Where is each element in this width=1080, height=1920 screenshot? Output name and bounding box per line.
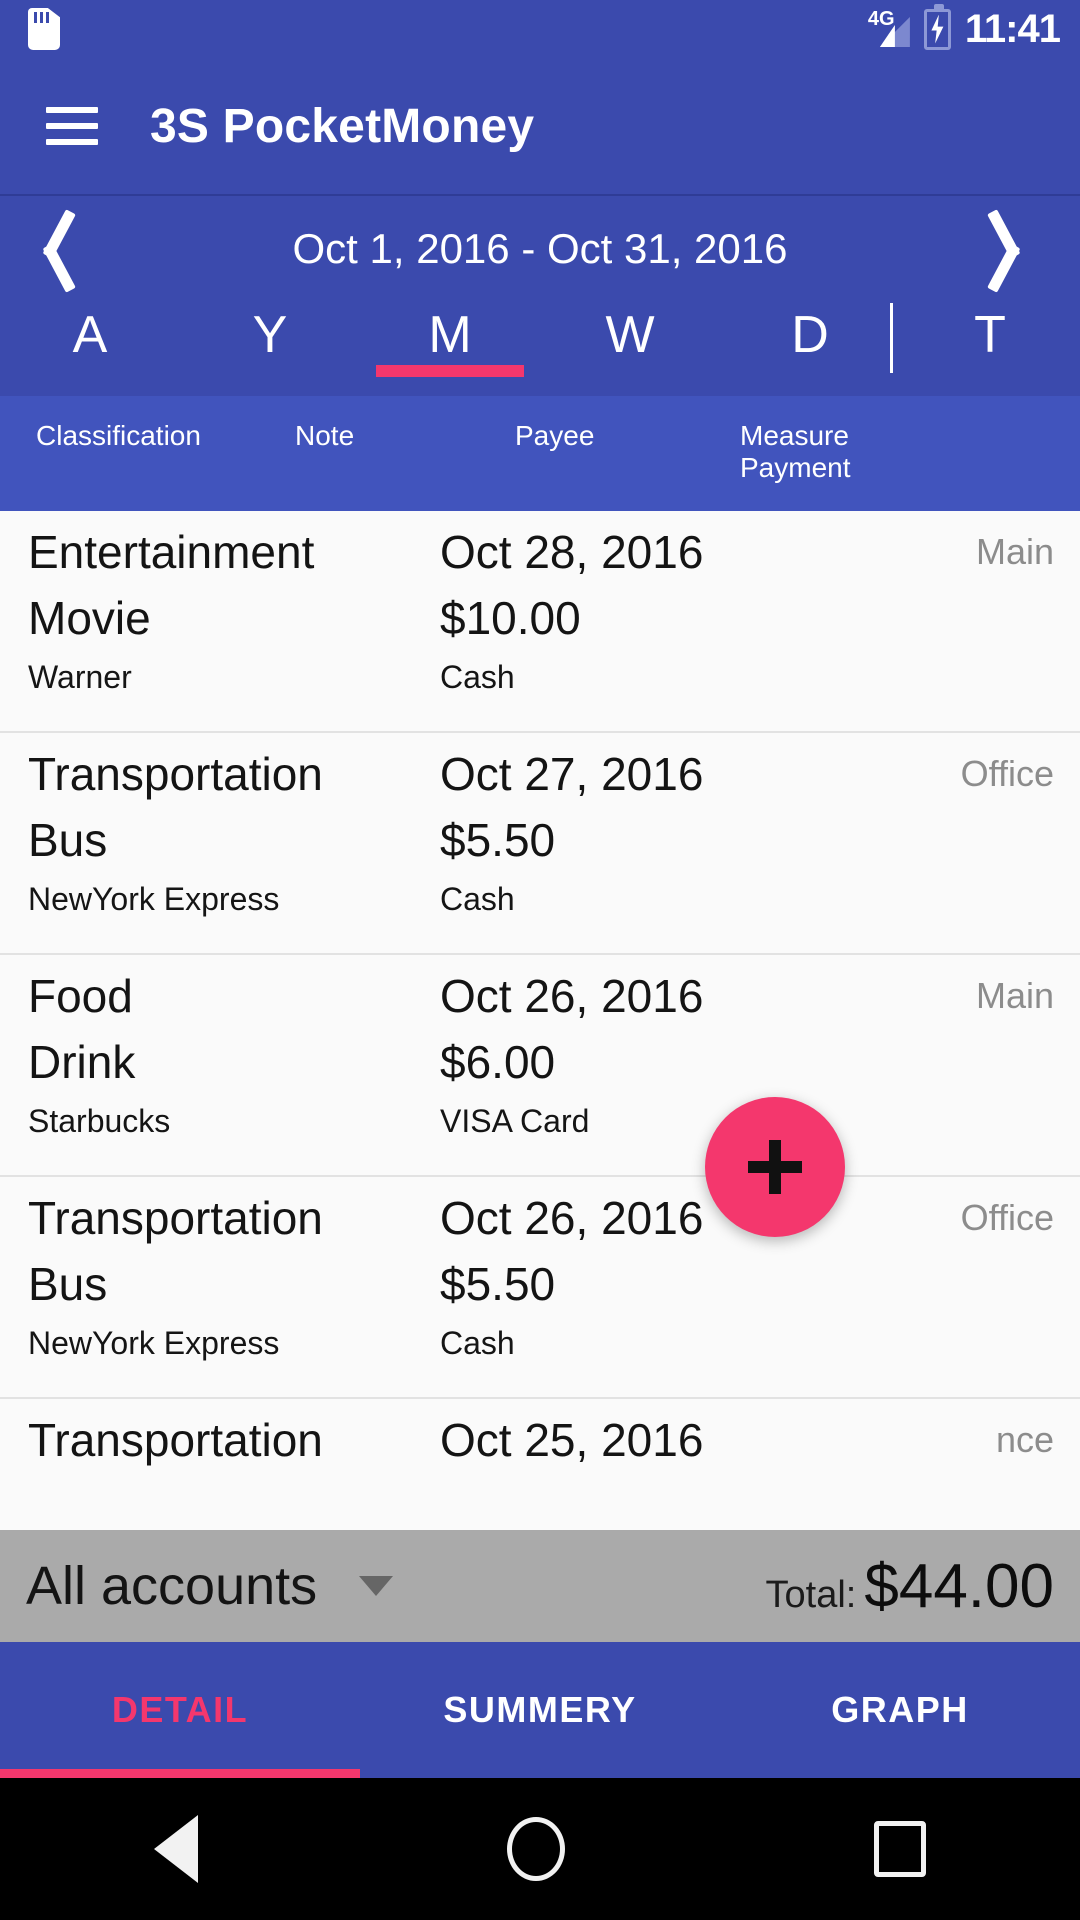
row-payee: NewYork Express	[28, 881, 280, 917]
row-amount: $6.00	[440, 1036, 556, 1088]
row-date: Oct 28, 2016	[440, 526, 704, 578]
row-classification: Transportation	[28, 748, 323, 800]
hamburger-menu-icon[interactable]	[46, 107, 98, 145]
transaction-list: Entertainment Movie Warner Oct 28, 2016 …	[0, 511, 1080, 1469]
table-row[interactable]: Transportation Bus NewYork Express Oct 2…	[0, 1177, 1080, 1399]
period-tab-month[interactable]: M	[360, 301, 540, 365]
row-date: Oct 25, 2016	[440, 1414, 704, 1466]
back-triangle-icon[interactable]	[154, 1815, 199, 1883]
row-classification: Food	[28, 970, 133, 1022]
account-filter-label: All accounts	[26, 1556, 318, 1616]
row-amount: $5.50	[440, 1258, 556, 1310]
tab-detail[interactable]: DETAIL	[0, 1642, 360, 1778]
row-payment: Cash	[440, 881, 515, 917]
battery-charging-icon	[923, 3, 951, 50]
row-account: Main	[975, 975, 1054, 1016]
account-filter-dropdown[interactable]: All accounts	[26, 1555, 394, 1617]
date-navigator: Oct 1, 2016 - Oct 31, 2016	[0, 196, 1080, 301]
date-range-label[interactable]: Oct 1, 2016 - Oct 31, 2016	[86, 225, 994, 273]
totals-bar: All accounts Total: $44.00	[0, 1530, 1080, 1642]
row-account: nce	[995, 1419, 1054, 1460]
bottom-tab-bar: DETAIL SUMMERY GRAPH	[0, 1642, 1080, 1778]
column-header-payment: Payment	[740, 452, 851, 483]
row-account: Office	[960, 753, 1054, 794]
table-row[interactable]: Transportation Bus NewYork Express Oct 2…	[0, 733, 1080, 955]
plus-icon	[748, 1140, 802, 1194]
row-classification: Transportation	[28, 1192, 323, 1244]
row-payment: Cash	[440, 1325, 515, 1361]
row-account: Office	[960, 1197, 1054, 1238]
row-classification: Transportation	[28, 1414, 323, 1466]
period-tab-day[interactable]: D	[720, 301, 900, 365]
row-note: Bus	[28, 814, 108, 866]
tab-summery[interactable]: SUMMERY	[360, 1642, 720, 1778]
row-classification: Entertainment	[28, 526, 315, 578]
column-header-classification: Classification	[36, 420, 201, 451]
row-amount: $5.50	[440, 814, 556, 866]
period-tab-term[interactable]: T	[890, 301, 1080, 373]
status-clock: 11:41	[964, 6, 1061, 51]
column-header-measure-payment: Measure Payment	[740, 420, 1080, 511]
chevron-left-icon[interactable]	[26, 206, 86, 292]
android-nav-bar	[0, 1778, 1080, 1920]
row-date: Oct 27, 2016	[440, 748, 704, 800]
row-payee: Starbucks	[28, 1103, 171, 1139]
chevron-right-icon[interactable]	[994, 206, 1054, 292]
row-payment: VISA Card	[440, 1103, 590, 1139]
home-circle-icon[interactable]	[506, 1817, 565, 1881]
tab-graph[interactable]: GRAPH	[720, 1642, 1080, 1778]
row-payee: NewYork Express	[28, 1325, 280, 1361]
total-label: Total:	[765, 1573, 857, 1616]
table-row[interactable]: Entertainment Movie Warner Oct 28, 2016 …	[0, 511, 1080, 733]
page-title: 3S PocketMoney	[150, 99, 535, 153]
row-note: Drink	[28, 1036, 136, 1088]
period-tab-bar: A Y M W D T	[0, 301, 1080, 396]
row-note: Bus	[28, 1258, 108, 1310]
total-display: Total: $44.00	[766, 1551, 1054, 1622]
network-type-label: 4G	[867, 8, 895, 30]
recents-square-icon[interactable]	[873, 1821, 926, 1877]
row-note: Movie	[28, 592, 151, 644]
row-amount: $10.00	[440, 592, 581, 644]
app-screen: 4G 11:41 3S PocketMoney Oct 1, 2016 - Oc…	[0, 0, 1080, 1920]
column-header-row: Classification Note Payee Measure Paymen…	[0, 396, 1080, 511]
caret-down-icon	[359, 1576, 394, 1596]
add-transaction-button[interactable]	[705, 1097, 845, 1237]
row-account: Main	[975, 531, 1054, 572]
app-bar: 3S PocketMoney	[0, 58, 1080, 196]
total-value: $44.00	[864, 1551, 1054, 1621]
column-header-measure: Measure	[740, 420, 849, 451]
row-payment: Cash	[440, 659, 515, 695]
sd-card-icon	[28, 8, 60, 50]
row-payee: Warner	[28, 659, 132, 695]
period-tab-year[interactable]: Y	[180, 301, 360, 365]
battery-bolt-icon	[931, 14, 944, 44]
row-date: Oct 26, 2016	[440, 1192, 704, 1244]
table-row[interactable]: Food Drink Starbucks Oct 26, 2016 $6.00 …	[0, 955, 1080, 1177]
row-date: Oct 26, 2016	[440, 970, 704, 1022]
status-bar: 4G 11:41	[0, 0, 1080, 58]
period-tab-week[interactable]: W	[540, 301, 720, 365]
column-header-note: Note	[295, 420, 355, 451]
column-header-payee: Payee	[515, 420, 595, 451]
status-bar-right: 4G 11:41	[868, 3, 1061, 52]
table-row[interactable]: Transportation Oct 25, 2016 nce	[0, 1399, 1080, 1469]
period-tab-all[interactable]: A	[0, 301, 180, 365]
signal-bars-icon: 4G	[868, 9, 910, 49]
